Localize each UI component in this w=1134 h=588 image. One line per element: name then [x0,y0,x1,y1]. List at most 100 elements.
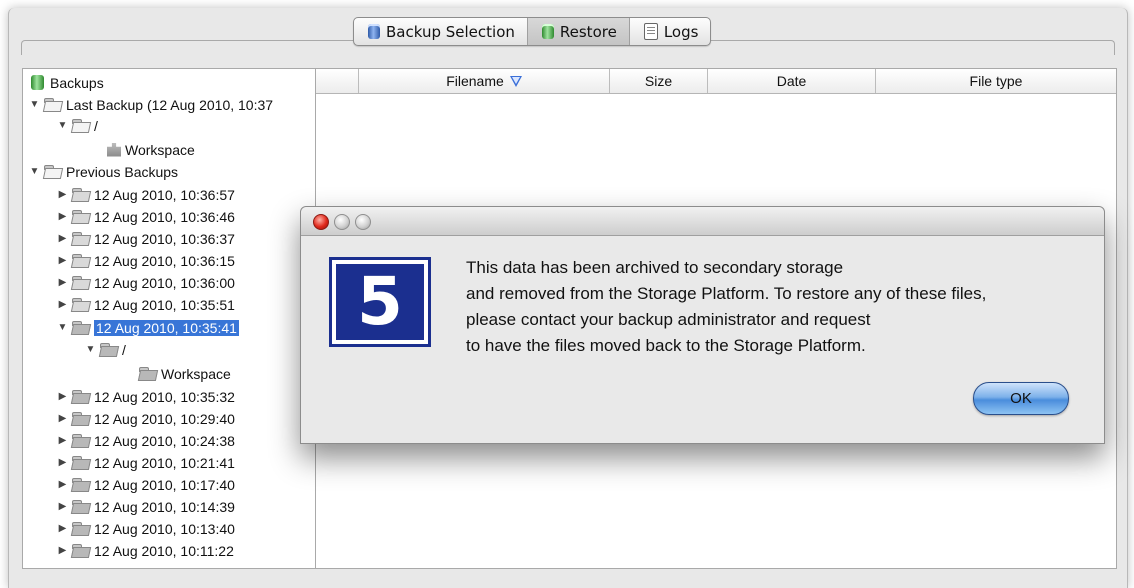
tree-label: 12 Aug 2010, 10:36:37 [94,230,235,247]
disclosure-closed-icon[interactable]: ▶ [57,413,68,424]
tree-item-backup[interactable]: ▶ 12 Aug 2010, 10:13:40 [57,518,235,539]
message-line: to have the files moved back to the Stor… [466,336,866,355]
disclosure-closed-icon[interactable]: ▶ [57,233,68,244]
tree-item-backup[interactable]: ▶ 12 Aug 2010, 10:11:22 [57,540,234,561]
folder-icon [100,343,118,356]
tree-item-backup[interactable]: ▶ 12 Aug 2010, 10:36:57 [57,184,235,205]
tree-label: 12 Aug 2010, 10:14:39 [94,498,235,515]
tab-label: Restore [559,22,617,41]
tree-item-previous-backups[interactable]: ▼ Previous Backups [29,161,179,182]
column-header-checkbox[interactable] [316,69,359,93]
tree-item-backup[interactable]: ▶ 12 Aug 2010, 10:17:40 [57,474,235,495]
database-green-icon [31,75,44,90]
tab-backup-selection[interactable]: Backup Selection [354,18,528,45]
disclosure-closed-icon[interactable]: ▶ [57,255,68,266]
tree-item-workspace[interactable]: Workspace [103,139,195,160]
disclosure-closed-icon[interactable]: ▶ [57,211,68,222]
disclosure-open-icon[interactable]: ▼ [29,99,40,110]
disclosure-closed-icon[interactable]: ▶ [57,435,68,446]
database-green-icon [541,24,554,39]
close-icon[interactable] [313,214,329,230]
column-label: Date [776,73,807,89]
tree-label: 12 Aug 2010, 10:36:15 [94,252,235,269]
column-header-file-type[interactable]: File type [876,69,1116,93]
tab-restore[interactable]: Restore [527,18,630,45]
tree-item-root-dir[interactable]: ▼ / [57,115,98,136]
tree-root[interactable]: Backups [31,72,104,93]
folder-icon [72,119,90,132]
tree-label: 12 Aug 2010, 10:17:40 [94,476,235,493]
log-document-icon [643,23,658,40]
tree-item-backup[interactable]: ▶ 12 Aug 2010, 10:36:00 [57,272,235,293]
tree-item-backup[interactable]: ▶ 12 Aug 2010, 10:36:37 [57,228,235,249]
tree-label: 12 Aug 2010, 10:29:40 [94,410,235,427]
folder-icon [72,298,90,311]
sort-descending-icon [509,75,522,87]
disclosure-open-icon[interactable]: ▼ [29,166,40,177]
folder-icon [44,165,62,178]
tree-item-backup[interactable]: ▶ 12 Aug 2010, 10:36:15 [57,250,235,271]
tab-logs[interactable]: Logs [630,18,711,45]
disclosure-closed-icon[interactable]: ▶ [57,545,68,556]
column-header-date[interactable]: Date [708,69,876,93]
folder-icon [72,500,90,513]
tree-item-last-backup[interactable]: ▼ Last Backup (12 Aug 2010, 10:37 [29,94,274,115]
folder-icon [72,210,90,223]
disclosure-closed-icon[interactable]: ▶ [57,479,68,490]
tab-label: Logs [663,22,699,41]
tree-item-workspace[interactable]: Workspace [135,363,231,384]
column-label: File type [969,73,1023,89]
folder-icon [72,478,90,491]
tree-label: / [94,117,98,134]
disclosure-closed-icon[interactable]: ▶ [57,391,68,402]
tree-item-backup[interactable]: ▶ 12 Aug 2010, 10:35:32 [57,386,235,407]
database-blue-icon [368,24,380,39]
tree-label: 12 Aug 2010, 10:11:22 [94,542,234,559]
tree-label: 12 Aug 2010, 10:36:46 [94,208,235,225]
disclosure-closed-icon[interactable]: ▶ [57,277,68,288]
column-label: Filename [446,73,504,89]
zoom-icon[interactable] [355,214,371,230]
folder-icon [72,276,90,289]
disclosure-open-icon[interactable]: ▼ [57,322,68,333]
tree-label: 12 Aug 2010, 10:36:57 [94,186,235,203]
folder-icon [72,254,90,267]
tree-label: 12 Aug 2010, 10:35:51 [94,296,235,313]
tree-item-backup[interactable]: ▶ 12 Aug 2010, 10:24:38 [57,430,235,451]
folder-icon [72,456,90,469]
tree-label: Previous Backups [66,163,179,180]
disclosure-closed-icon[interactable]: ▶ [57,299,68,310]
tree-item-backup[interactable]: ▶ 12 Aug 2010, 10:36:46 [57,206,235,227]
folder-icon [44,98,62,111]
tree-label: Workspace [125,141,195,158]
tree-label: Workspace [161,365,231,382]
dialog-message: This data has been archived to secondary… [466,255,1096,359]
ok-button[interactable]: OK [973,382,1069,415]
tree-label: Last Backup (12 Aug 2010, 10:37 [66,96,274,113]
column-header-size[interactable]: Size [610,69,708,93]
table-header: Filename Size Date File type [316,69,1116,94]
disclosure-closed-icon[interactable]: ▶ [57,189,68,200]
logo-text: 5 [357,263,403,340]
tree-item-backup[interactable]: ▶ 12 Aug 2010, 10:14:39 [57,496,235,517]
disclosure-closed-icon[interactable]: ▶ [57,523,68,534]
tree-label: Backups [50,74,104,91]
folder-icon [72,412,90,425]
disclosure-closed-icon[interactable]: ▶ [57,457,68,468]
tree-label: 12 Aug 2010, 10:35:41 [94,319,239,336]
column-header-filename[interactable]: Filename [359,69,610,93]
tree-item-backup-selected[interactable]: ▼ 12 Aug 2010, 10:35:41 [57,317,239,338]
minimize-icon[interactable] [334,214,350,230]
tree-item-backup[interactable]: ▶ 12 Aug 2010, 10:29:40 [57,408,235,429]
tree-label: 12 Aug 2010, 10:24:38 [94,432,235,449]
tree-label: 12 Aug 2010, 10:36:00 [94,274,235,291]
tree-item-backup[interactable]: ▶ 12 Aug 2010, 10:21:41 [57,452,235,473]
tree-item-backup[interactable]: ▶ 12 Aug 2010, 10:35:51 [57,294,235,315]
disclosure-closed-icon[interactable]: ▶ [57,501,68,512]
disclosure-open-icon[interactable]: ▼ [85,344,96,355]
backup-tree[interactable]: Backups ▼ Last Backup (12 Aug 2010, 10:3… [22,68,316,569]
disclosure-open-icon[interactable]: ▼ [57,120,68,131]
tree-item-root-dir[interactable]: ▼ / [85,339,126,360]
tree-label: / [122,341,126,358]
tree-label: 12 Aug 2010, 10:13:40 [94,520,235,537]
